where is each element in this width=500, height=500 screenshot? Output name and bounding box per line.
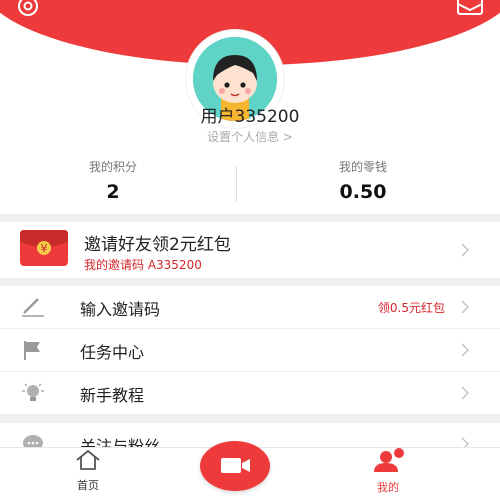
chevron-right-icon	[460, 342, 470, 358]
lightbulb-icon	[20, 382, 46, 404]
user-icon	[374, 448, 404, 472]
points-stat[interactable]: 我的积分 2	[3, 158, 223, 203]
bonus-text: 领0.5元红包	[377, 301, 445, 315]
section-divider	[0, 214, 500, 222]
chevron-right-icon	[460, 385, 470, 401]
balance-label: 我的零钱	[338, 160, 387, 174]
home-icon	[76, 449, 100, 470]
menu-item-label: 新手教程	[80, 386, 145, 405]
stats-bar: 我的积分 2 我的零钱 0.50	[0, 158, 500, 214]
menu-item-tutorial[interactable]: 新手教程	[0, 372, 500, 415]
invite-friends-row[interactable]: ¥ 邀请好友领2元红包 我的邀请码 A335200	[0, 222, 500, 278]
balance-value: 0.50	[339, 181, 387, 203]
stats-divider	[236, 166, 237, 202]
chevron-right-icon	[460, 299, 470, 315]
points-value: 2	[106, 181, 120, 203]
section-divider	[0, 415, 500, 423]
chevron-right-icon	[460, 242, 470, 258]
gear-icon[interactable]	[14, 0, 42, 22]
invite-title: 邀请好友领2元红包	[84, 235, 231, 255]
video-camera-icon	[221, 458, 250, 473]
balance-stat[interactable]: 我的零钱 0.50	[253, 158, 473, 203]
menu-item-invite-code[interactable]: 输入邀请码 领0.5元红包	[0, 286, 500, 329]
invite-code: 我的邀请码 A335200	[84, 258, 202, 272]
section-divider	[0, 278, 500, 286]
menu-item-label: 输入邀请码	[80, 300, 161, 319]
red-envelope-icon: ¥	[20, 230, 68, 266]
record-video-button[interactable]	[200, 441, 270, 491]
username: 用户335200	[200, 107, 300, 127]
tab-mine-label: 我的	[377, 481, 399, 494]
pencil-icon	[20, 296, 46, 318]
tab-home[interactable]: 首页	[48, 448, 128, 493]
tab-home-label: 首页	[77, 479, 99, 492]
points-label: 我的积分	[88, 160, 137, 174]
tab-mine[interactable]: 我的	[348, 448, 428, 495]
menu-item-task-center[interactable]: 任务中心	[0, 329, 500, 372]
flag-icon	[20, 339, 46, 361]
envelope-icon[interactable]	[452, 0, 486, 22]
svg-text:¥: ¥	[41, 242, 48, 255]
menu-item-label: 任务中心	[80, 343, 145, 362]
edit-profile-link[interactable]: 设置个人信息 >	[0, 128, 500, 145]
